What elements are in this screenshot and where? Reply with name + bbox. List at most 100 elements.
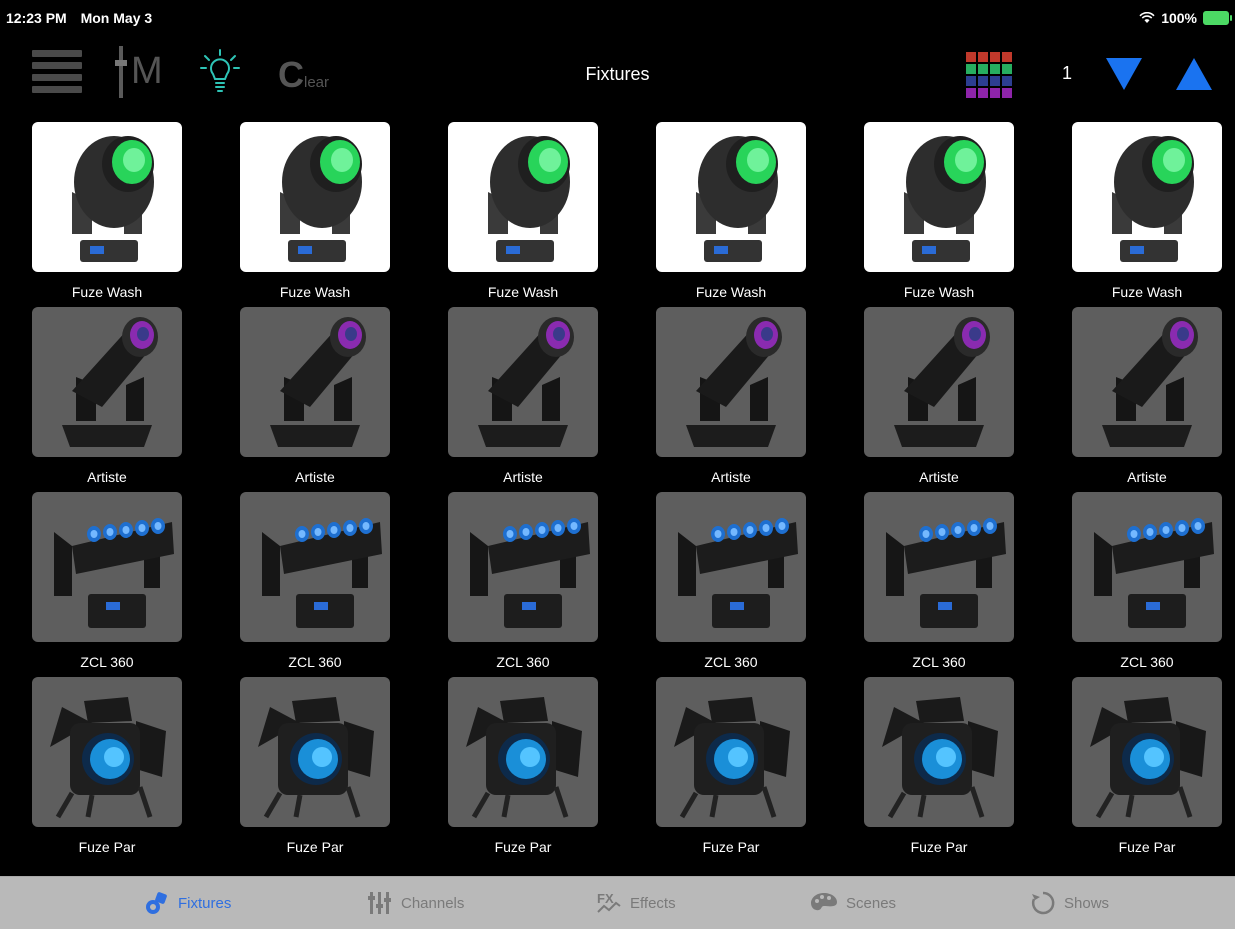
fixture-tile[interactable]: Fuze Par xyxy=(448,677,598,862)
fixture-tile[interactable]: Fuze Wash xyxy=(864,122,1014,307)
fuze-par-icon xyxy=(240,677,390,827)
fixture-label: Fuze Par xyxy=(910,839,968,855)
fixture-tile[interactable]: Artiste xyxy=(1072,307,1222,492)
fixture-label: Artiste xyxy=(1127,469,1167,485)
fixture-label: Fuze Wash xyxy=(487,284,559,300)
battery-percent: 100% xyxy=(1161,10,1197,26)
fixture-tile[interactable]: ZCL 360 xyxy=(656,492,806,677)
color-grid-cell xyxy=(990,88,1000,98)
zcl-360-icon xyxy=(1072,492,1222,642)
fixture-label: Fuze Wash xyxy=(695,284,767,300)
color-grid-cell xyxy=(1002,76,1012,86)
color-grid-cell xyxy=(990,52,1000,62)
triangle-down-icon xyxy=(1106,58,1142,90)
fuze-wash-icon xyxy=(1072,122,1222,272)
color-grid-cell xyxy=(990,64,1000,74)
zcl-360-icon xyxy=(864,492,1014,642)
zcl-360-icon xyxy=(240,492,390,642)
scenes-tab-icon xyxy=(811,893,837,911)
fixture-tile[interactable]: Artiste xyxy=(240,307,390,492)
fixture-label: Fuze Par xyxy=(286,839,344,855)
fixture-tile[interactable]: Artiste xyxy=(448,307,598,492)
fixture-tile[interactable]: ZCL 360 xyxy=(1072,492,1222,677)
fixture-tile[interactable]: Artiste xyxy=(864,307,1014,492)
fixture-label: Fuze Wash xyxy=(1111,284,1183,300)
color-grid-cell xyxy=(966,76,976,86)
artiste-icon xyxy=(32,307,182,457)
color-grid-cell xyxy=(978,88,988,98)
fixture-tile[interactable]: Fuze Par xyxy=(240,677,390,862)
svg-text:FX: FX xyxy=(597,891,614,906)
tab-fixtures[interactable]: Fixtures xyxy=(144,877,231,929)
fixture-tile[interactable]: Fuze Wash xyxy=(240,122,390,307)
fixture-tile[interactable]: Fuze Par xyxy=(1072,677,1222,862)
fixture-label: Fuze Wash xyxy=(71,284,143,300)
artiste-icon xyxy=(864,307,1014,457)
tab-effects-label: Effects xyxy=(630,894,676,912)
tab-scenes[interactable]: Scenes xyxy=(810,877,896,929)
fixture-tile[interactable]: Fuze Par xyxy=(864,677,1014,862)
fixture-label: Fuze Wash xyxy=(903,284,975,300)
page-title: Fixtures xyxy=(585,64,650,84)
fixture-tile[interactable]: Fuze Wash xyxy=(448,122,598,307)
tab-shows[interactable]: Shows xyxy=(1030,877,1109,929)
fixture-tile[interactable]: Artiste xyxy=(656,307,806,492)
fuze-par-icon xyxy=(656,677,806,827)
fixture-tile[interactable]: Fuze Wash xyxy=(32,122,182,307)
fixture-label: Fuze Par xyxy=(1118,839,1176,855)
fixture-tile[interactable]: ZCL 360 xyxy=(864,492,1014,677)
color-grid-cell xyxy=(978,76,988,86)
fixtures-grid: Fuze Wash Fuze Wash Fuze Wash Fuze Wash Fuze… xyxy=(32,122,1222,862)
tab-channels[interactable]: Channels xyxy=(367,877,464,929)
tab-shows-label: Shows xyxy=(1064,894,1110,912)
color-grid-cell xyxy=(966,88,976,98)
fuze-wash-icon xyxy=(240,122,390,272)
status-time: 12:23 PM xyxy=(6,10,67,26)
effects-tab-icon: FX xyxy=(597,891,621,913)
artiste-icon xyxy=(448,307,598,457)
fixture-label: Fuze Par xyxy=(78,839,136,855)
fixtures-tab-icon xyxy=(146,892,167,914)
color-grid-cell xyxy=(1002,88,1012,98)
color-grid-cell xyxy=(1002,64,1012,74)
fixture-label: Artiste xyxy=(87,469,127,485)
page-down-button[interactable] xyxy=(1104,56,1144,92)
color-grid-cell xyxy=(966,52,976,62)
tab-effects[interactable]: FX Effects xyxy=(596,877,676,929)
zcl-360-icon xyxy=(448,492,598,642)
fixture-label: Fuze Wash xyxy=(279,284,351,300)
fixture-label: Fuze Par xyxy=(702,839,760,855)
fixture-tile[interactable]: ZCL 360 xyxy=(240,492,390,677)
battery-icon xyxy=(1203,11,1232,25)
page-number: 1 xyxy=(1062,63,1073,83)
zcl-360-icon xyxy=(32,492,182,642)
fixture-tile[interactable]: ZCL 360 xyxy=(448,492,598,677)
status-right: 100% xyxy=(1139,10,1232,26)
fuze-wash-icon xyxy=(448,122,598,272)
color-grid-icon[interactable] xyxy=(966,52,1012,98)
fixture-label: Artiste xyxy=(711,469,751,485)
color-grid-cell xyxy=(978,64,988,74)
tab-fixtures-label: Fixtures xyxy=(178,894,232,912)
color-grid-cell xyxy=(990,76,1000,86)
fixture-tile[interactable]: ZCL 360 xyxy=(32,492,182,677)
tab-channels-label: Channels xyxy=(401,894,465,912)
page-up-button[interactable] xyxy=(1174,56,1214,92)
artiste-icon xyxy=(656,307,806,457)
status-left: 12:23 PM Mon May 3 xyxy=(6,10,162,26)
fuze-wash-icon xyxy=(32,122,182,272)
color-grid-cell xyxy=(978,52,988,62)
fixture-tile[interactable]: Fuze Par xyxy=(656,677,806,862)
color-grid-cell xyxy=(1002,52,1012,62)
fixture-label: ZCL 360 xyxy=(912,654,966,670)
fixture-tile[interactable]: Artiste xyxy=(32,307,182,492)
fixture-tile[interactable]: Fuze Par xyxy=(32,677,182,862)
artiste-icon xyxy=(1072,307,1222,457)
color-grid-cell xyxy=(966,64,976,74)
fixture-tile[interactable]: Fuze Wash xyxy=(656,122,806,307)
fuze-par-icon xyxy=(448,677,598,827)
zcl-360-icon xyxy=(656,492,806,642)
status-date: Mon May 3 xyxy=(80,10,153,26)
wifi-icon xyxy=(1139,12,1155,23)
fixture-tile[interactable]: Fuze Wash xyxy=(1072,122,1222,307)
